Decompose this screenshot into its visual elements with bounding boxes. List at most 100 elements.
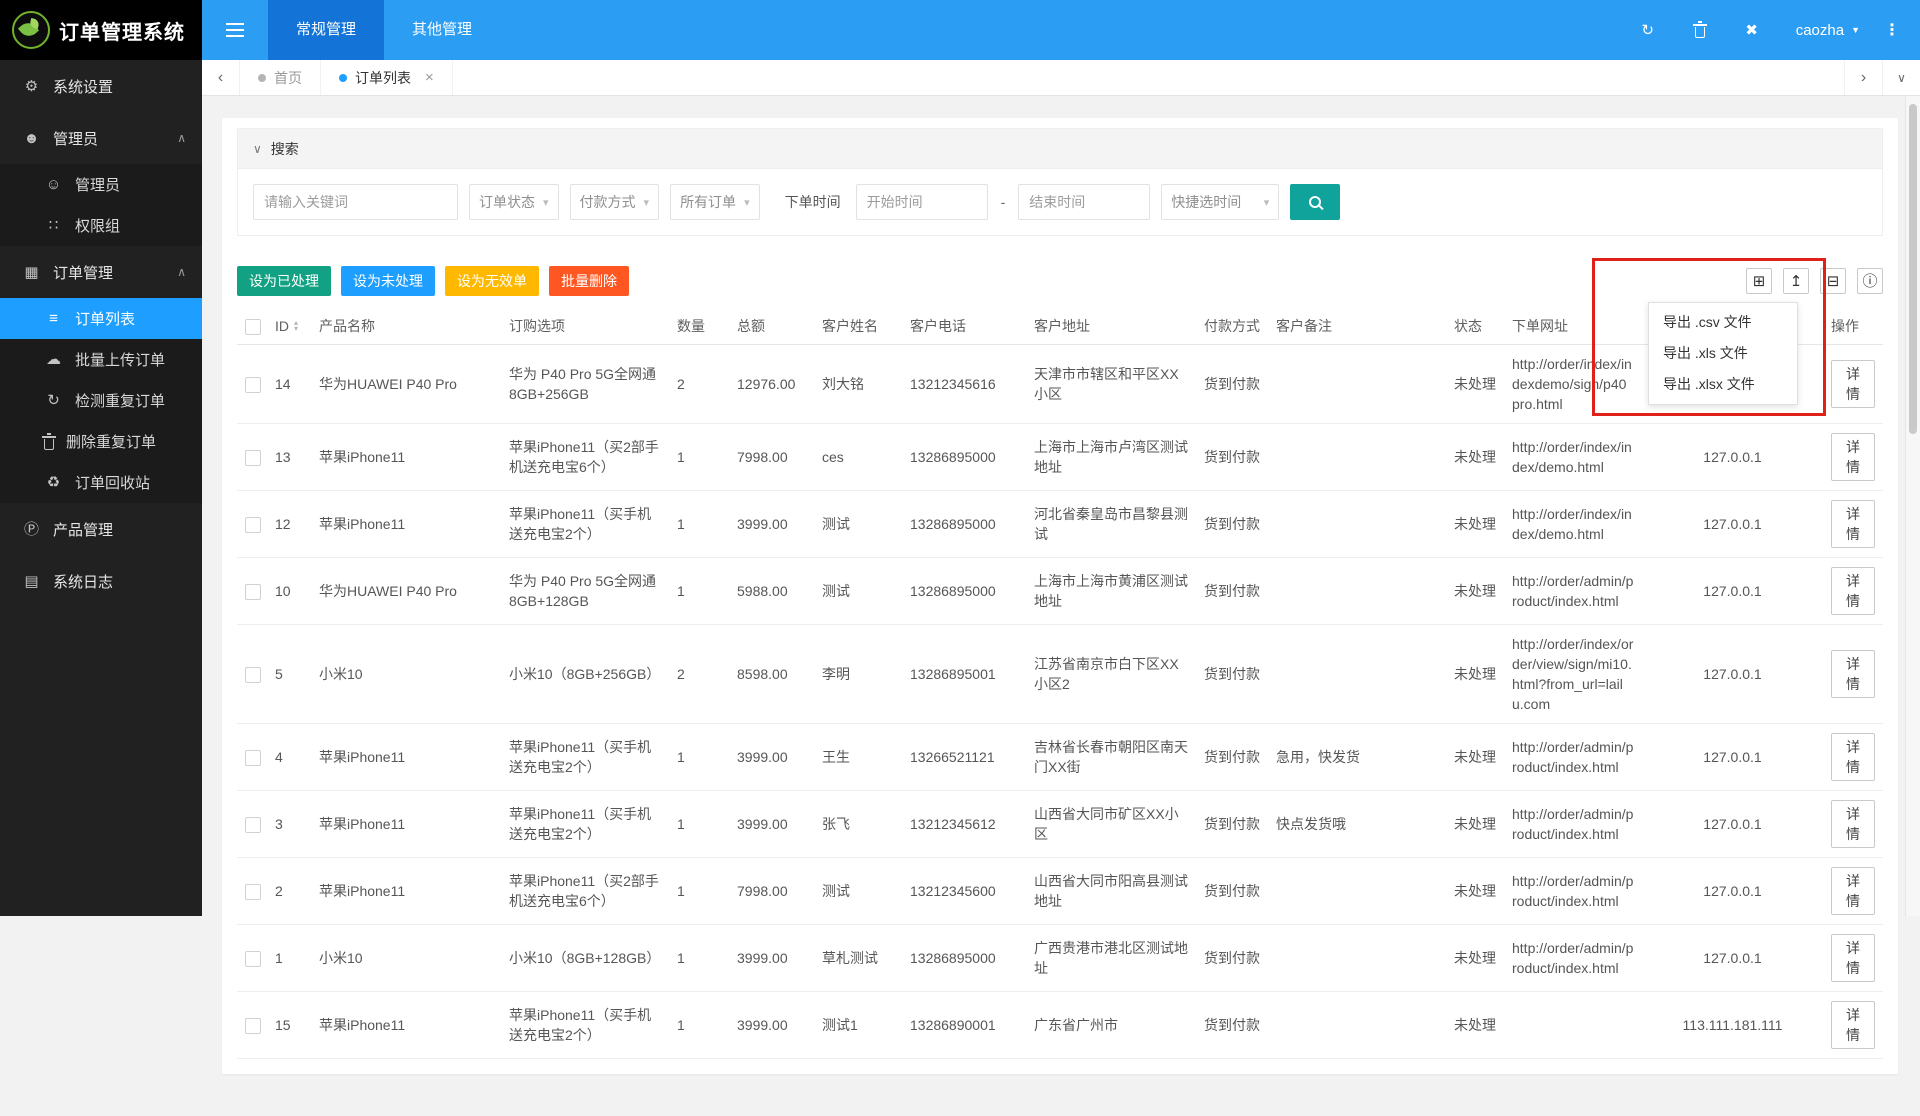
search-panel-header[interactable]: ∨ 搜索 (238, 129, 1882, 169)
cell-phone: 13286895000 (902, 424, 1026, 491)
tab-dot-icon (258, 74, 266, 82)
refresh-button[interactable]: ↻ (1622, 0, 1674, 60)
col-customer: 客户姓名 (814, 308, 902, 345)
cell-qty: 1 (669, 925, 729, 992)
end-time-input[interactable] (1018, 184, 1150, 220)
row-checkbox[interactable] (245, 884, 261, 900)
sidebar-item-admin-group[interactable]: ☻管理员∧ (0, 112, 202, 164)
detail-button[interactable]: 详情 (1831, 733, 1875, 781)
export-menu-item[interactable]: 导出 .xls 文件 (1649, 338, 1797, 369)
tips-button[interactable]: ⓘ (1857, 268, 1883, 294)
row-checkbox[interactable] (245, 584, 261, 600)
row-checkbox[interactable] (245, 817, 261, 833)
select-value: 付款方式 (580, 192, 636, 212)
keyword-input[interactable] (253, 184, 458, 220)
cell-address: 山西省大同市矿区XX小区 (1026, 791, 1196, 858)
sidebar-item-permission-group[interactable]: ∷权限组 (0, 205, 202, 246)
sidebar-item-order-list[interactable]: ≡订单列表 (0, 298, 202, 339)
fullscreen-button[interactable]: ✖ (1726, 0, 1778, 60)
tabs-scroll-right-button[interactable]: › (1844, 60, 1882, 95)
set-unprocessed-button[interactable]: 设为未处理 (341, 266, 435, 296)
detail-button[interactable]: 详情 (1831, 433, 1875, 481)
cell-product: 苹果iPhone11 (311, 791, 501, 858)
cell-cb (237, 491, 267, 558)
sidebar-item-order-mgmt[interactable]: ▦订单管理∧ (0, 246, 202, 298)
order-status-select[interactable]: 订单状态 ▾ (469, 184, 559, 220)
row-checkbox[interactable] (245, 377, 261, 393)
search-button[interactable] (1290, 184, 1340, 220)
topbar-tab-常规管理[interactable]: 常规管理 (268, 0, 384, 60)
page-tab-首页[interactable]: 首页 (240, 60, 321, 95)
cell-option: 苹果iPhone11（买手机送充电宝2个） (501, 491, 669, 558)
print-button[interactable]: ⊟ (1820, 268, 1846, 294)
cell-qty: 1 (669, 992, 729, 1059)
user-menu[interactable]: caozha ▼ (1778, 22, 1878, 39)
set-processed-button[interactable]: 设为已处理 (237, 266, 331, 296)
sidebar-item-system-log[interactable]: ▤系统日志 (0, 555, 202, 607)
cell-customer: 张飞 (814, 791, 902, 858)
detail-button[interactable]: 详情 (1831, 934, 1875, 982)
export-menu-item[interactable]: 导出 .xlsx 文件 (1649, 369, 1797, 400)
collapse-menu-button[interactable] (202, 0, 268, 60)
batch-delete-button[interactable]: 批量删除 (549, 266, 629, 296)
sidebar-item-order-recycle[interactable]: ♻订单回收站 (0, 462, 202, 503)
users-icon: ∷ (44, 218, 63, 233)
cell-phone: 13266521121 (902, 724, 1026, 791)
page-tab-订单列表[interactable]: 订单列表× (321, 60, 453, 95)
detail-button[interactable]: 详情 (1831, 650, 1875, 698)
detail-button[interactable]: 详情 (1831, 1001, 1875, 1049)
close-icon[interactable]: × (425, 69, 434, 86)
sidebar-item-label: 批量上传订单 (75, 349, 186, 370)
sort-icon[interactable]: ▴▾ (294, 320, 298, 332)
detail-button[interactable]: 详情 (1831, 867, 1875, 915)
cell-address: 吉林省长春市朝阳区南天门XX街 (1026, 724, 1196, 791)
sidebar-item-check-duplicate[interactable]: ↻检测重复订单 (0, 380, 202, 421)
detail-button[interactable]: 详情 (1831, 360, 1875, 408)
tab-dot-icon (339, 74, 347, 82)
cell-phone: 13286895000 (902, 925, 1026, 992)
sidebar-item-label: 订单回收站 (75, 472, 186, 493)
row-checkbox[interactable] (245, 1018, 261, 1034)
more-options-button[interactable]: ⋮ (1878, 20, 1906, 40)
sidebar-item-admin[interactable]: ☺管理员 (0, 164, 202, 205)
start-time-input[interactable] (856, 184, 988, 220)
export-menu-item[interactable]: 导出 .csv 文件 (1649, 307, 1797, 338)
sidebar-item-batch-upload[interactable]: ☁批量上传订单 (0, 339, 202, 380)
row-checkbox[interactable] (245, 517, 261, 533)
select-all-checkbox[interactable] (245, 319, 261, 335)
cell-ip: 127.0.0.1 (1642, 424, 1823, 491)
cell-url: http://order/admin/product/index.html (1504, 925, 1642, 992)
quick-time-select[interactable]: 快捷选时间 ▾ (1161, 184, 1279, 220)
tabs-more-button[interactable]: ∨ (1882, 60, 1920, 95)
detail-button[interactable]: 详情 (1831, 800, 1875, 848)
cell-remark: 急用，快发货 (1268, 724, 1446, 791)
filter-columns-button[interactable]: ⊞ (1746, 268, 1772, 294)
clear-cache-button[interactable] (1674, 0, 1726, 60)
payment-method-select[interactable]: 付款方式 ▾ (570, 184, 660, 220)
row-checkbox[interactable] (245, 750, 261, 766)
cell-id: 14 (267, 345, 311, 424)
detail-button[interactable]: 详情 (1831, 500, 1875, 548)
cell-ip: 127.0.0.1 (1642, 724, 1823, 791)
row-checkbox[interactable] (245, 667, 261, 683)
cell-status: 未处理 (1446, 724, 1504, 791)
cell-phone: 13212345616 (902, 345, 1026, 424)
user-icon: ☻ (22, 131, 41, 146)
vertical-scrollbar[interactable] (1905, 96, 1920, 916)
row-checkbox[interactable] (245, 450, 261, 466)
export-button[interactable]: ↥ (1783, 268, 1809, 294)
sidebar-item-delete-duplicate[interactable]: 删除重复订单 (0, 421, 202, 462)
row-checkbox[interactable] (245, 951, 261, 967)
cell-action: 详情 (1823, 558, 1883, 625)
detail-button[interactable]: 详情 (1831, 567, 1875, 615)
cell-cb (237, 791, 267, 858)
topbar-tab-其他管理[interactable]: 其他管理 (384, 0, 500, 60)
tabs-scroll-left-button[interactable]: ‹ (202, 60, 240, 95)
sidebar-item-product-mgmt[interactable]: Ⓟ产品管理 (0, 503, 202, 555)
scrollbar-thumb[interactable] (1909, 104, 1917, 434)
cell-address: 广东省广州市 (1026, 992, 1196, 1059)
table-row: 5小米10小米10（8GB+256GB）28598.00李明1328689500… (237, 625, 1883, 724)
set-invalid-button[interactable]: 设为无效单 (445, 266, 539, 296)
sidebar-item-system-settings[interactable]: ⚙系统设置 (0, 60, 202, 112)
order-scope-select[interactable]: 所有订单 ▾ (670, 184, 760, 220)
